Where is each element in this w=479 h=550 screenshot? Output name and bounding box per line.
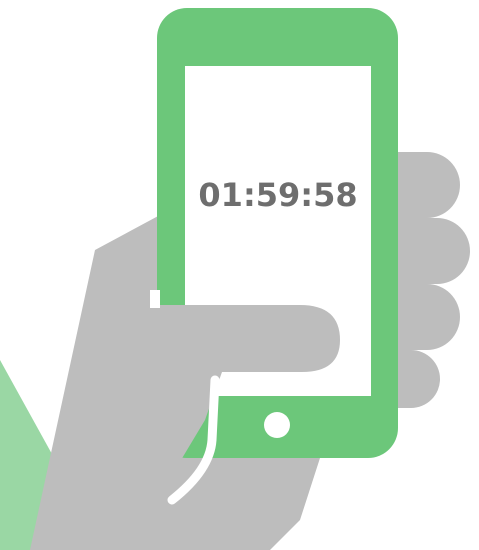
- illustration-canvas: 01:59:58: [0, 0, 479, 550]
- hand-holding-phone-icon: [0, 8, 470, 550]
- timer-display: 01:59:58: [198, 176, 358, 214]
- home-button-icon: [264, 412, 290, 438]
- thumb-base: [150, 290, 160, 308]
